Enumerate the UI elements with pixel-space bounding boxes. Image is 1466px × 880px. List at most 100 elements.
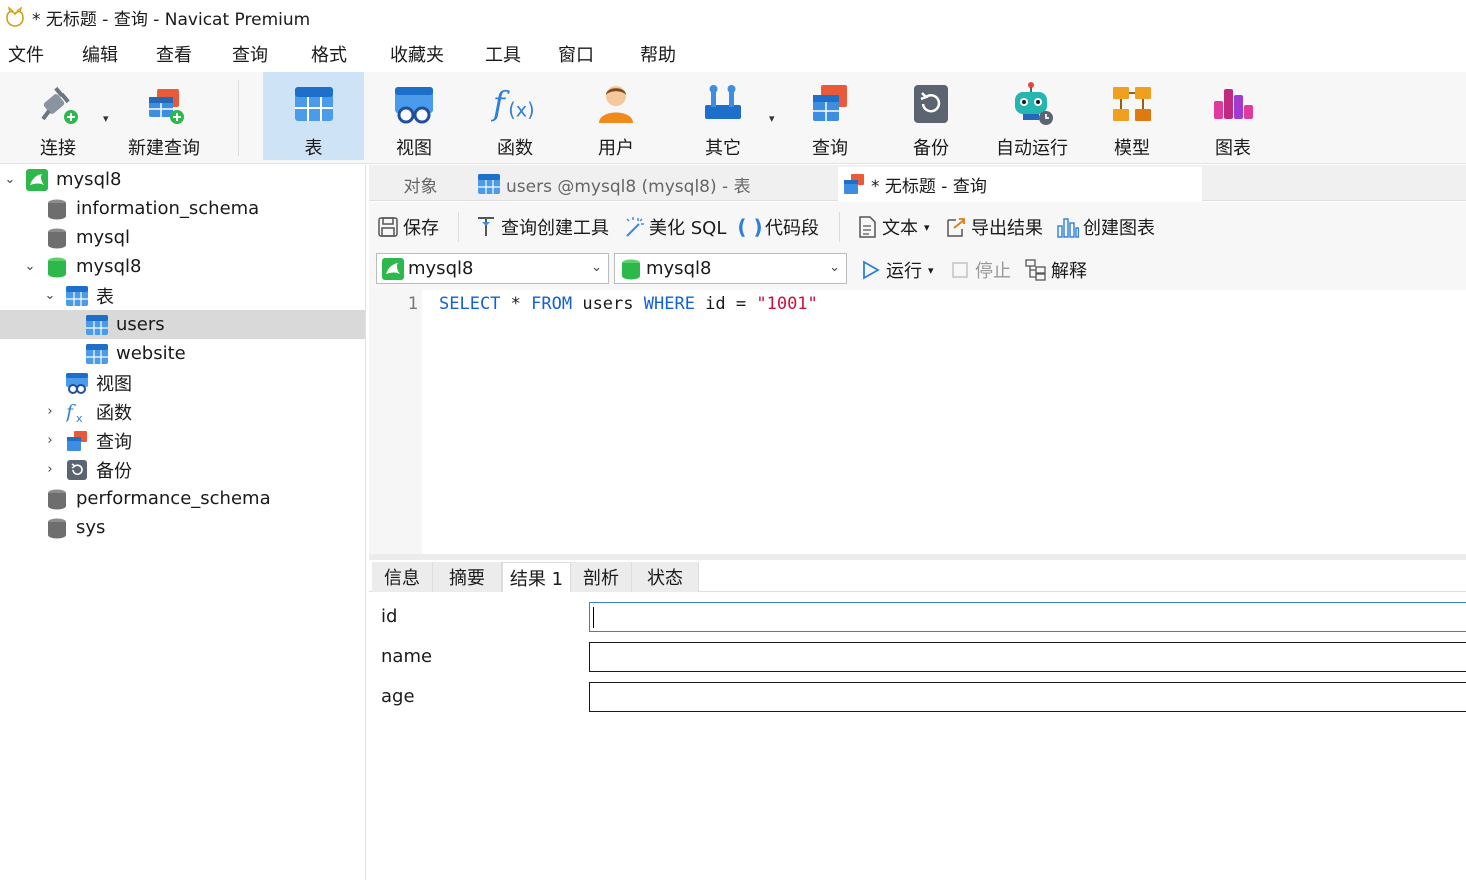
tab-summary[interactable]: 摘要 <box>433 562 502 592</box>
table-icon <box>66 285 88 306</box>
form-row-id: id <box>369 602 1466 632</box>
tree-label: 备份 <box>96 460 132 482</box>
chevron-right-icon[interactable]: › <box>43 462 57 477</box>
tree-group-tables[interactable]: ⌄ 表 <box>0 281 365 310</box>
other-dropdown-caret[interactable]: ▾ <box>769 112 775 125</box>
text-mode-label: 文本 <box>882 218 918 239</box>
menu-format[interactable]: 格式 <box>311 41 347 67</box>
main-toolbar: 连接 ▾ 新建查询 表 视图 f (x) 函数 用户 其它 ▾ 查询 备份 自动… <box>0 72 1466 164</box>
line-number: 1 <box>407 294 418 314</box>
sql-text: id = <box>694 294 757 314</box>
backup-icon <box>914 85 948 123</box>
new-query-label: 新建查询 <box>128 138 200 159</box>
tab-info[interactable]: 信息 <box>372 562 433 592</box>
create-chart-button[interactable]: 创建图表 <box>1057 214 1155 240</box>
user-button[interactable]: 用户 <box>578 72 654 160</box>
beautify-sql-button[interactable]: 美化 SQL <box>623 214 726 240</box>
database-open-icon <box>622 259 640 279</box>
chevron-down-icon[interactable]: ⌄ <box>43 288 57 303</box>
chart-button[interactable]: 图表 <box>1195 72 1271 160</box>
function-button[interactable]: f (x) 函数 <box>477 72 553 160</box>
connect-button[interactable]: 连接 <box>22 72 94 160</box>
document-tab-bar: 对象 users @mysql8 (mysql8) - 表 * 无标题 - 查询 <box>369 165 1466 201</box>
code-snippet-button[interactable]: ( ) 代码段 <box>737 214 819 240</box>
tab-users-table[interactable]: users @mysql8 (mysql8) - 表 <box>473 167 837 201</box>
chevron-down-icon[interactable]: ⌄ <box>591 260 602 275</box>
tree-group-functions[interactable]: › f x 函数 <box>0 397 365 426</box>
run-button[interactable]: 运行 ▾ <box>862 257 934 283</box>
age-field[interactable] <box>589 682 1466 712</box>
tab-result-1[interactable]: 结果 1 <box>502 562 571 592</box>
chevron-down-icon[interactable]: ⌄ <box>829 260 840 275</box>
menu-file[interactable]: 文件 <box>8 41 44 67</box>
stop-button[interactable]: 停止 <box>951 257 1011 283</box>
text-mode-button[interactable]: 文本 ▾ <box>856 214 930 240</box>
view-button[interactable]: 视图 <box>376 72 452 160</box>
function-icon: f x <box>66 401 83 423</box>
tree-group-backups[interactable]: › 备份 <box>0 455 365 484</box>
tree-connection-mysql8[interactable]: ⌄ mysql8 <box>0 165 365 194</box>
table-button[interactable]: 表 <box>263 72 364 160</box>
connection-select[interactable]: mysql8 ⌄ <box>376 253 609 284</box>
menu-edit[interactable]: 编辑 <box>82 41 118 67</box>
query-button[interactable]: 查询 <box>792 72 868 160</box>
tree-db-performance-schema[interactable]: performance_schema <box>0 484 365 513</box>
caret-down-icon[interactable]: ▾ <box>928 264 934 277</box>
name-field[interactable] <box>589 642 1466 672</box>
tab-status[interactable]: 状态 <box>632 562 699 592</box>
save-button[interactable]: 保存 <box>377 214 439 240</box>
connect-label: 连接 <box>40 138 76 159</box>
caret-down-icon[interactable]: ▾ <box>924 221 930 234</box>
result-tab-bar: 信息 摘要 结果 1 剖析 状态 <box>369 560 1466 592</box>
model-button[interactable]: 模型 <box>1094 72 1170 160</box>
database-select[interactable]: mysql8 ⌄ <box>614 253 847 284</box>
tree-table-website[interactable]: website <box>0 339 365 368</box>
backup-icon <box>67 459 87 480</box>
chevron-down-icon[interactable]: ⌄ <box>3 172 17 187</box>
beautify-sql-label: 美化 SQL <box>649 218 727 239</box>
chevron-right-icon[interactable]: › <box>43 404 57 419</box>
chevron-down-icon[interactable]: ⌄ <box>23 259 37 274</box>
sql-editor[interactable]: 1 SELECT * FROM users WHERE id = "1001" <box>369 290 1466 554</box>
automation-button[interactable]: 自动运行 <box>990 72 1074 160</box>
tree-db-mysql8[interactable]: ⌄ mysql8 <box>0 252 365 281</box>
tree-db-sys[interactable]: sys <box>0 513 365 542</box>
other-button[interactable]: 其它 <box>685 72 761 160</box>
query-icon <box>844 174 864 194</box>
tab-profile[interactable]: 剖析 <box>571 562 632 592</box>
tree-table-users[interactable]: users <box>0 310 365 339</box>
menu-help[interactable]: 帮助 <box>640 41 676 67</box>
tree-group-queries[interactable]: › 查询 <box>0 426 365 455</box>
menu-tools[interactable]: 工具 <box>485 41 521 67</box>
menu-window[interactable]: 窗口 <box>558 41 594 67</box>
menu-query[interactable]: 查询 <box>232 41 268 67</box>
tree-db-mysql[interactable]: mysql <box>0 223 365 252</box>
query-builder-icon <box>478 217 494 236</box>
tab-query[interactable]: * 无标题 - 查询 <box>838 167 1202 201</box>
save-label: 保存 <box>403 218 439 239</box>
document-icon <box>859 216 876 238</box>
view-icon <box>395 87 433 124</box>
chevron-right-icon[interactable]: › <box>43 433 57 448</box>
menu-view[interactable]: 查看 <box>156 41 192 67</box>
database-icon <box>48 228 66 248</box>
stop-label: 停止 <box>975 261 1011 282</box>
tree-db-information-schema[interactable]: information_schema <box>0 194 365 223</box>
explain-button[interactable]: 解释 <box>1025 257 1087 283</box>
sql-string: "1001" <box>756 294 818 314</box>
query-builder-button[interactable]: 查询创建工具 <box>475 214 609 240</box>
new-query-button[interactable]: 新建查询 <box>123 72 205 160</box>
tree-label: mysql <box>76 227 130 248</box>
sql-code-line[interactable]: SELECT * FROM users WHERE id = "1001" <box>439 294 818 314</box>
code-snippet-label: 代码段 <box>765 218 819 239</box>
tree-label: website <box>116 343 186 364</box>
database-icon <box>48 489 66 509</box>
export-result-button[interactable]: 导出结果 <box>945 214 1043 240</box>
tab-objects[interactable]: 对象 <box>369 167 472 201</box>
tree-group-views[interactable]: 视图 <box>0 368 365 397</box>
menu-favorites[interactable]: 收藏夹 <box>390 41 444 67</box>
backup-button[interactable]: 备份 <box>893 72 969 160</box>
id-field[interactable] <box>589 602 1466 632</box>
connect-dropdown-caret[interactable]: ▾ <box>103 112 109 125</box>
tree-label: mysql8 <box>56 169 122 190</box>
